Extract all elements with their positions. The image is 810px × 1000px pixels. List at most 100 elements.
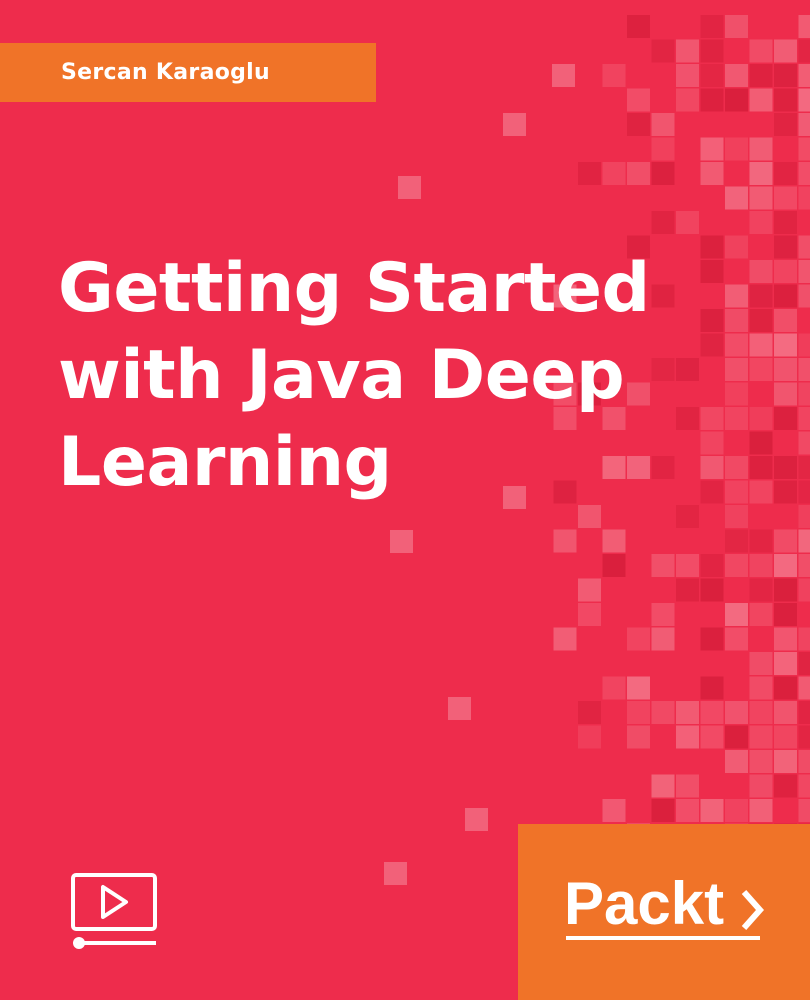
mosaic-pixel [798, 578, 810, 602]
mosaic-pixel [725, 64, 748, 87]
mosaic-pixel [798, 39, 810, 63]
mosaic-pixel [627, 701, 650, 724]
mosaic-pixel [725, 603, 748, 626]
mosaic-pixel [725, 529, 748, 553]
course-title: Getting Started with Java Deep Learning [58, 245, 778, 506]
mosaic-pixel [553, 627, 577, 651]
mosaic-pixel [749, 162, 773, 185]
mosaic-pixel [798, 15, 810, 38]
mosaic-pixel [798, 162, 810, 185]
mosaic-pixel [798, 554, 810, 577]
mosaic-pixel [774, 578, 797, 602]
mosaic-pixel [627, 676, 650, 700]
mosaic-pixel [798, 774, 810, 798]
mosaic-pixel [749, 578, 773, 602]
mosaic-pixel [749, 211, 773, 234]
mosaic-pixel [798, 456, 810, 479]
mosaic-pixel [700, 15, 724, 38]
mosaic-pixel [798, 235, 810, 259]
mosaic-pixel [627, 162, 650, 185]
course-cover: Sercan Karaoglu Getting Started with Jav… [0, 0, 810, 1000]
mosaic-pixel [676, 701, 699, 724]
mosaic-pixel [749, 186, 773, 210]
mosaic-pixel [798, 627, 810, 651]
mosaic-pixel [627, 15, 650, 38]
mosaic-pixel [676, 88, 699, 112]
video-play-icon [70, 872, 158, 952]
mosaic-pixel [651, 554, 675, 577]
mosaic-pixel [774, 162, 797, 185]
mosaic-pixel [651, 113, 675, 136]
mosaic-pixel [700, 725, 724, 749]
mosaic-pixel [749, 774, 773, 798]
mosaic-pixel [798, 113, 810, 136]
mosaic-pixel [700, 39, 724, 63]
mosaic-pixel [651, 211, 675, 234]
mosaic-pixel [578, 725, 601, 749]
mosaic-pixel [798, 480, 810, 504]
mosaic-pixel [602, 64, 626, 87]
mosaic-pixel [774, 186, 797, 210]
mosaic-pixel [676, 578, 699, 602]
mosaic-pixel [798, 333, 810, 357]
mosaic-pixel [602, 162, 626, 185]
mosaic-pixel [552, 64, 575, 87]
mosaic-pixel [676, 39, 699, 63]
mosaic-pixel [676, 725, 699, 749]
mosaic-pixel [651, 137, 675, 161]
mosaic-pixel [774, 676, 797, 700]
mosaic-pixel [700, 676, 724, 700]
mosaic-pixel [651, 603, 675, 626]
mosaic-pixel [465, 808, 488, 831]
mosaic-pixel [725, 799, 748, 822]
title-line-1: Getting Started [58, 249, 650, 328]
mosaic-pixel [749, 529, 773, 553]
mosaic-pixel [725, 137, 748, 161]
mosaic-pixel [602, 799, 626, 822]
mosaic-pixel [774, 529, 797, 553]
mosaic-pixel [651, 799, 675, 822]
mosaic-pixel [798, 407, 810, 430]
mosaic-pixel [578, 162, 601, 185]
mosaic-pixel [602, 554, 626, 577]
mosaic-pixel [700, 137, 724, 161]
mosaic-pixel [774, 64, 797, 87]
mosaic-pixel [749, 652, 773, 675]
mosaic-pixel [798, 652, 810, 675]
mosaic-pixel [725, 15, 748, 38]
mosaic-pixel [676, 64, 699, 87]
mosaic-pixel [774, 750, 797, 773]
mosaic-pixel [725, 701, 748, 724]
mosaic-pixel [700, 627, 724, 651]
mosaic-pixel [725, 627, 748, 651]
mosaic-pixel [798, 505, 810, 528]
mosaic-pixel [774, 88, 797, 112]
mosaic-pixel [774, 774, 797, 798]
mosaic-pixel [749, 725, 773, 749]
title-line-3: Learning [58, 423, 392, 502]
mosaic-pixel [700, 64, 724, 87]
mosaic-pixel [774, 39, 797, 63]
mosaic-pixel [798, 88, 810, 112]
mosaic-pixel [651, 162, 675, 185]
mosaic-pixel [448, 697, 471, 720]
packt-logo: Packt [564, 870, 765, 940]
mosaic-pixel [578, 578, 601, 602]
mosaic-pixel [700, 554, 724, 577]
mosaic-pixel [798, 382, 810, 406]
mosaic-pixel [749, 701, 773, 724]
mosaic-pixel [749, 676, 773, 700]
mosaic-pixel [798, 431, 810, 455]
mosaic-pixel [749, 39, 773, 63]
mosaic-pixel [798, 750, 810, 773]
mosaic-pixel [798, 64, 810, 87]
author-banner: Sercan Karaoglu [0, 43, 376, 102]
mosaic-pixel [749, 88, 773, 112]
mosaic-pixel [725, 554, 748, 577]
mosaic-pixel [503, 113, 526, 136]
mosaic-pixel [578, 603, 601, 626]
mosaic-pixel [798, 186, 810, 210]
mosaic-pixel [651, 627, 675, 651]
mosaic-pixel [749, 554, 773, 577]
mosaic-pixel [798, 358, 810, 381]
